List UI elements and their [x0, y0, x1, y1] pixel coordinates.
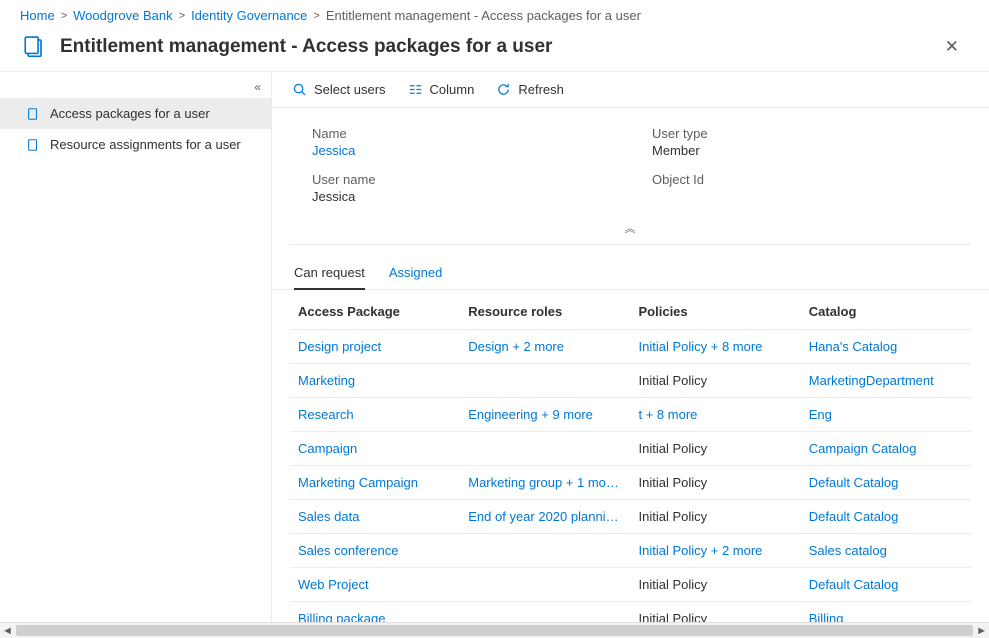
cell-policies: Initial Policy — [631, 432, 801, 466]
breadcrumb-item[interactable]: Woodgrove Bank — [73, 8, 173, 23]
cell-catalog[interactable]: Default Catalog — [801, 466, 971, 500]
name-label: Name — [312, 126, 632, 141]
cell-access-package[interactable]: Marketing Campaign — [290, 466, 460, 500]
tab-can-request[interactable]: Can request — [294, 259, 365, 290]
scroll-left-icon[interactable]: ◄ — [2, 625, 13, 637]
column-label: Column — [430, 82, 475, 97]
cell-policies[interactable]: t + 8 more — [631, 398, 801, 432]
cell-resource-roles[interactable]: End of year 2020 plannin… — [460, 500, 630, 534]
documents-icon — [20, 33, 48, 61]
page-title: Entitlement management - Access packages… — [60, 36, 935, 58]
table-row: Campaign Initial PolicyCampaign Catalog — [290, 432, 971, 466]
col-access-package[interactable]: Access Package — [290, 290, 460, 330]
user-info: Name Jessica User type Member User name … — [290, 108, 971, 245]
table-row: Web Project Initial PolicyDefault Catalog — [290, 568, 971, 602]
usertype-label: User type — [652, 126, 949, 141]
table-row: Design projectDesign + 2 moreInitial Pol… — [290, 330, 971, 364]
sidebar-item-label: Access packages for a user — [50, 106, 210, 121]
column-button[interactable]: Column — [408, 82, 475, 97]
username-label: User name — [312, 172, 632, 187]
table-row: Marketing CampaignMarketing group + 1 mo… — [290, 466, 971, 500]
refresh-icon — [496, 82, 511, 97]
cell-catalog[interactable]: Sales catalog — [801, 534, 971, 568]
collapse-details-button[interactable]: ︽ — [312, 218, 949, 236]
cell-catalog[interactable]: Default Catalog — [801, 568, 971, 602]
document-icon — [26, 138, 40, 152]
cell-access-package[interactable]: Sales data — [290, 500, 460, 534]
cell-resource-roles — [460, 534, 630, 568]
cell-access-package[interactable]: Web Project — [290, 568, 460, 602]
cell-resource-roles — [460, 568, 630, 602]
cell-resource-roles — [460, 432, 630, 466]
table-row: Sales conference Initial Policy + 2 moreS… — [290, 534, 971, 568]
cell-access-package[interactable]: Marketing — [290, 364, 460, 398]
cell-access-package[interactable]: Campaign — [290, 432, 460, 466]
breadcrumb-item[interactable]: Home — [20, 8, 55, 23]
table-row: Marketing Initial PolicyMarketingDepartme… — [290, 364, 971, 398]
breadcrumb-item[interactable]: Identity Governance — [191, 8, 307, 23]
cell-policies: Initial Policy — [631, 500, 801, 534]
refresh-label: Refresh — [518, 82, 564, 97]
cell-catalog[interactable]: Campaign Catalog — [801, 432, 971, 466]
cell-resource-roles — [460, 364, 630, 398]
cell-policies[interactable]: Initial Policy + 8 more — [631, 330, 801, 364]
cell-resource-roles[interactable]: Engineering + 9 more — [460, 398, 630, 432]
usertype-value: Member — [652, 143, 949, 158]
refresh-button[interactable]: Refresh — [496, 82, 564, 97]
cell-catalog[interactable]: Eng — [801, 398, 971, 432]
select-users-button[interactable]: Select users — [292, 82, 386, 97]
cell-access-package[interactable]: Design project — [290, 330, 460, 364]
access-packages-table: Access Package Resource roles Policies C… — [290, 290, 971, 631]
sidebar-item-label: Resource assignments for a user — [50, 137, 241, 152]
cell-catalog[interactable]: MarketingDepartment — [801, 364, 971, 398]
cell-policies[interactable]: Initial Policy + 2 more — [631, 534, 801, 568]
toolbar: Select users Column Refresh — [272, 72, 989, 108]
breadcrumb-separator: > — [61, 10, 67, 22]
scroll-right-icon[interactable]: ► — [976, 625, 987, 637]
close-button[interactable]: ✕ — [935, 33, 969, 61]
page-title-row: Entitlement management - Access packages… — [0, 27, 989, 71]
tab-assigned[interactable]: Assigned — [389, 259, 442, 290]
username-value: Jessica — [312, 189, 632, 204]
sidebar-item[interactable]: Resource assignments for a user — [0, 129, 271, 160]
cell-catalog[interactable]: Default Catalog — [801, 500, 971, 534]
tabs: Can request Assigned — [272, 245, 989, 290]
name-value[interactable]: Jessica — [312, 143, 632, 158]
cell-policies: Initial Policy — [631, 364, 801, 398]
sidebar-item[interactable]: Access packages for a user — [0, 98, 271, 129]
collapse-sidebar-button[interactable]: « — [0, 78, 271, 98]
cell-policies: Initial Policy — [631, 568, 801, 602]
select-users-label: Select users — [314, 82, 386, 97]
breadcrumb: Home > Woodgrove Bank > Identity Governance >… — [0, 0, 989, 27]
col-policies[interactable]: Policies — [631, 290, 801, 330]
search-icon — [292, 82, 307, 97]
sidebar: « Access packages for a user Resource ass… — [0, 72, 272, 631]
columns-icon — [408, 82, 423, 97]
main-panel: Select users Column Refresh Name Jessica… — [272, 72, 989, 631]
table-row: ResearchEngineering + 9 moret + 8 moreEn… — [290, 398, 971, 432]
objectid-label: Object Id — [652, 172, 949, 187]
cell-resource-roles[interactable]: Design + 2 more — [460, 330, 630, 364]
horizontal-scrollbar[interactable]: ◄ ► — [0, 622, 989, 638]
breadcrumb-separator: > — [313, 10, 319, 22]
cell-access-package[interactable]: Research — [290, 398, 460, 432]
cell-policies: Initial Policy — [631, 466, 801, 500]
cell-resource-roles[interactable]: Marketing group + 1 mo… — [460, 466, 630, 500]
table-row: Sales dataEnd of year 2020 plannin…Initi… — [290, 500, 971, 534]
breadcrumb-item: Entitlement management - Access packages… — [326, 8, 641, 23]
col-resource-roles[interactable]: Resource roles — [460, 290, 630, 330]
cell-catalog[interactable]: Hana's Catalog — [801, 330, 971, 364]
document-icon — [26, 107, 40, 121]
cell-access-package[interactable]: Sales conference — [290, 534, 460, 568]
col-catalog[interactable]: Catalog — [801, 290, 971, 330]
breadcrumb-separator: > — [179, 10, 185, 22]
